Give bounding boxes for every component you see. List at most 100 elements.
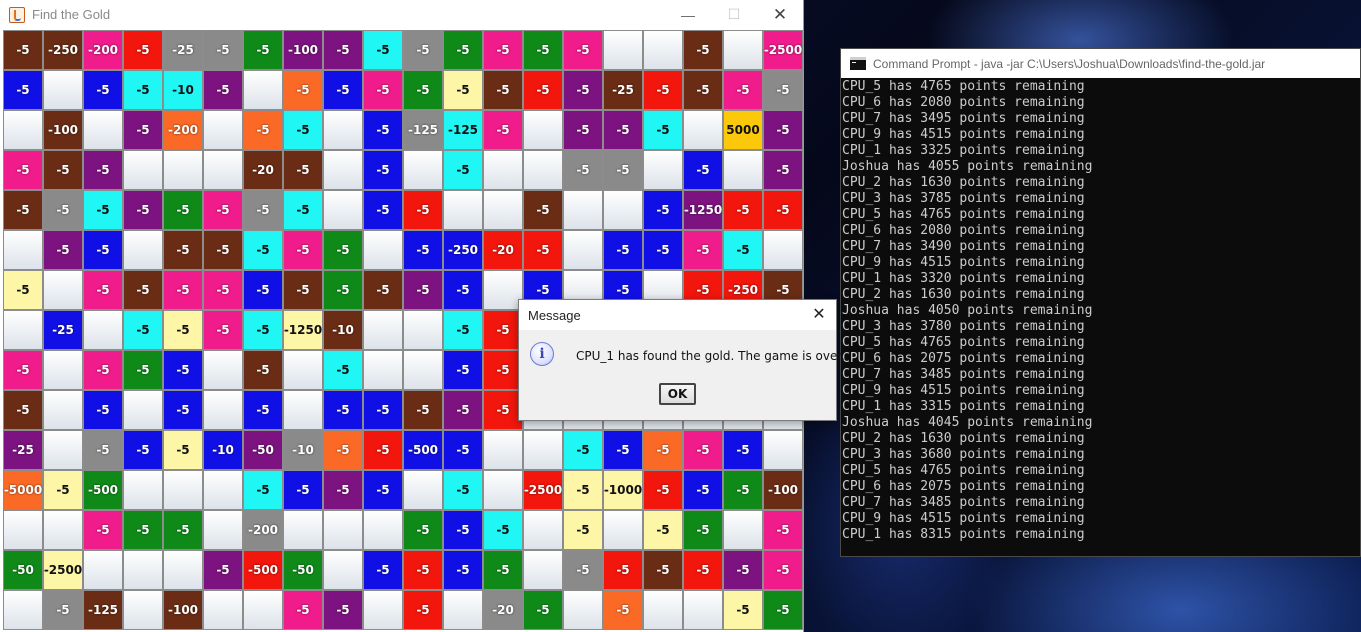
board-cell[interactable]: -5 [283,270,323,310]
board-cell[interactable]: -5 [483,510,523,550]
board-cell[interactable]: -5 [323,30,363,70]
board-cell[interactable] [43,350,83,390]
board-cell[interactable]: -5000 [3,470,43,510]
board-cell[interactable]: -5 [203,190,243,230]
board-cell[interactable]: -5 [563,110,603,150]
board-cell[interactable]: -5 [483,30,523,70]
board-cell[interactable]: -5 [683,150,723,190]
board-cell[interactable]: -5 [403,550,443,590]
board-cell[interactable] [763,230,803,270]
board-cell[interactable] [483,470,523,510]
board-cell[interactable]: -2500 [523,470,563,510]
board-cell[interactable]: -100 [43,110,83,150]
board-cell[interactable] [363,510,403,550]
board-cell[interactable] [323,190,363,230]
board-cell[interactable] [43,270,83,310]
board-cell[interactable]: -5 [83,270,123,310]
board-cell[interactable]: -5 [763,550,803,590]
board-cell[interactable]: -5 [363,390,403,430]
board-cell[interactable]: -5 [3,190,43,230]
board-cell[interactable]: -5 [363,190,403,230]
board-cell[interactable] [563,190,603,230]
board-cell[interactable]: -5 [443,30,483,70]
board-cell[interactable]: -5 [163,430,203,470]
board-cell[interactable]: -5 [683,70,723,110]
board-cell[interactable] [563,230,603,270]
board-cell[interactable]: -5 [563,550,603,590]
board-cell[interactable]: -5 [723,230,763,270]
dialog-titlebar[interactable]: Message ✕ [519,300,836,330]
board-cell[interactable] [323,150,363,190]
board-cell[interactable]: -25 [603,70,643,110]
board-cell[interactable] [203,470,243,510]
board-cell[interactable] [203,510,243,550]
board-cell[interactable]: -5 [203,230,243,270]
board-cell[interactable]: -5 [603,430,643,470]
board-cell[interactable]: -5 [83,150,123,190]
board-cell[interactable]: -5 [283,590,323,630]
board-cell[interactable]: -5 [243,30,283,70]
board-cell[interactable] [483,430,523,470]
board-cell[interactable]: -5 [683,510,723,550]
board-cell[interactable]: -5 [563,70,603,110]
board-cell[interactable]: -5 [323,430,363,470]
board-cell[interactable]: -5 [763,590,803,630]
board-cell[interactable]: -5 [43,470,83,510]
board-cell[interactable]: -5 [643,190,683,230]
board-cell[interactable]: -5 [283,110,323,150]
board-cell[interactable]: -5 [603,150,643,190]
board-cell[interactable]: -5 [403,230,443,270]
board-cell[interactable] [3,310,43,350]
board-cell[interactable]: -5 [563,150,603,190]
console-titlebar[interactable]: Command Prompt - java -jar C:\Users\Josh… [841,49,1360,78]
board-cell[interactable]: -25 [3,430,43,470]
board-cell[interactable] [43,70,83,110]
board-cell[interactable]: -5 [83,430,123,470]
board-cell[interactable]: -5 [323,350,363,390]
board-cell[interactable]: -5 [723,190,763,230]
board-cell[interactable] [683,110,723,150]
board-cell[interactable]: -100 [163,590,203,630]
board-cell[interactable] [3,590,43,630]
board-cell[interactable]: -5 [723,470,763,510]
board-cell[interactable]: -5 [443,430,483,470]
board-cell[interactable] [603,510,643,550]
board-cell[interactable]: -5 [363,150,403,190]
board-cell[interactable]: -5 [283,470,323,510]
board-cell[interactable]: -5 [563,430,603,470]
board-cell[interactable]: -5 [363,30,403,70]
board-cell[interactable] [403,470,443,510]
board-cell[interactable] [283,350,323,390]
board-cell[interactable] [203,150,243,190]
board-cell[interactable] [3,110,43,150]
board-cell[interactable]: -20 [483,230,523,270]
board-cell[interactable] [43,390,83,430]
board-cell[interactable] [403,150,443,190]
board-cell[interactable] [83,550,123,590]
board-cell[interactable]: -5 [363,70,403,110]
board-cell[interactable] [523,150,563,190]
board-cell[interactable] [243,590,283,630]
board-cell[interactable]: -5 [243,470,283,510]
board-cell[interactable] [123,230,163,270]
board-cell[interactable]: -5 [123,310,163,350]
board-cell[interactable]: -5 [363,110,403,150]
board-cell[interactable] [643,590,683,630]
board-cell[interactable]: -5 [603,110,643,150]
board-cell[interactable]: -10 [323,310,363,350]
board-cell[interactable]: -5 [163,350,203,390]
board-cell[interactable] [363,590,403,630]
board-cell[interactable]: -125 [443,110,483,150]
board-cell[interactable]: -50 [3,550,43,590]
board-cell[interactable]: -25 [163,30,203,70]
board-cell[interactable]: -5 [483,310,523,350]
board-cell[interactable]: -5 [403,390,443,430]
board-cell[interactable] [403,350,443,390]
board-cell[interactable] [43,510,83,550]
board-cell[interactable] [403,310,443,350]
board-cell[interactable] [603,30,643,70]
board-cell[interactable]: -200 [83,30,123,70]
board-cell[interactable] [283,510,323,550]
board-cell[interactable]: -5 [123,510,163,550]
board-cell[interactable]: -500 [83,470,123,510]
